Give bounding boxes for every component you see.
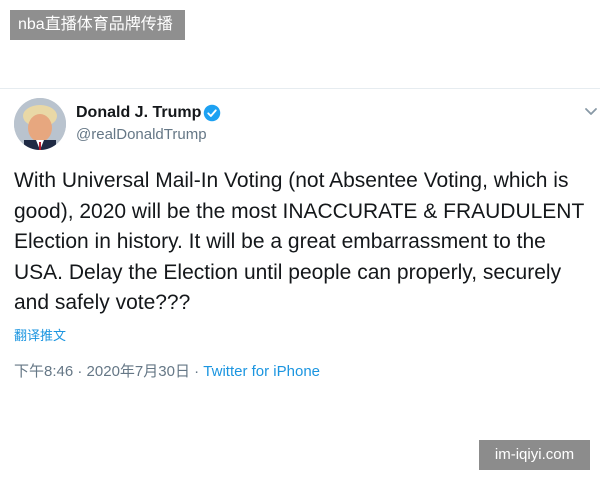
- tweet-time[interactable]: 下午8:46: [14, 363, 73, 380]
- tweet-meta: 下午8:46 · 2020年7月30日 · Twitter for iPhone: [14, 360, 320, 381]
- chevron-down-icon[interactable]: [584, 104, 598, 118]
- tweet-date[interactable]: 2020年7月30日: [87, 363, 190, 380]
- translate-tweet-link[interactable]: 翻译推文: [14, 325, 66, 344]
- tweet-source-link[interactable]: Twitter for iPhone: [203, 363, 320, 380]
- verified-badge-icon: [203, 104, 221, 122]
- author-handle[interactable]: @realDonaldTrump: [76, 126, 207, 143]
- divider: [0, 88, 600, 89]
- meta-separator: ·: [77, 363, 83, 380]
- watermark: im-iqiyi.com: [479, 440, 590, 470]
- author-display-name[interactable]: Donald J. Trump: [76, 104, 201, 122]
- tweet-text: With Universal Mail-In Voting (not Absen…: [14, 169, 584, 314]
- header-badge: nba直播体育品牌传播: [10, 10, 185, 40]
- meta-separator: ·: [194, 363, 200, 380]
- avatar-image: [14, 98, 66, 150]
- avatar[interactable]: [14, 98, 66, 150]
